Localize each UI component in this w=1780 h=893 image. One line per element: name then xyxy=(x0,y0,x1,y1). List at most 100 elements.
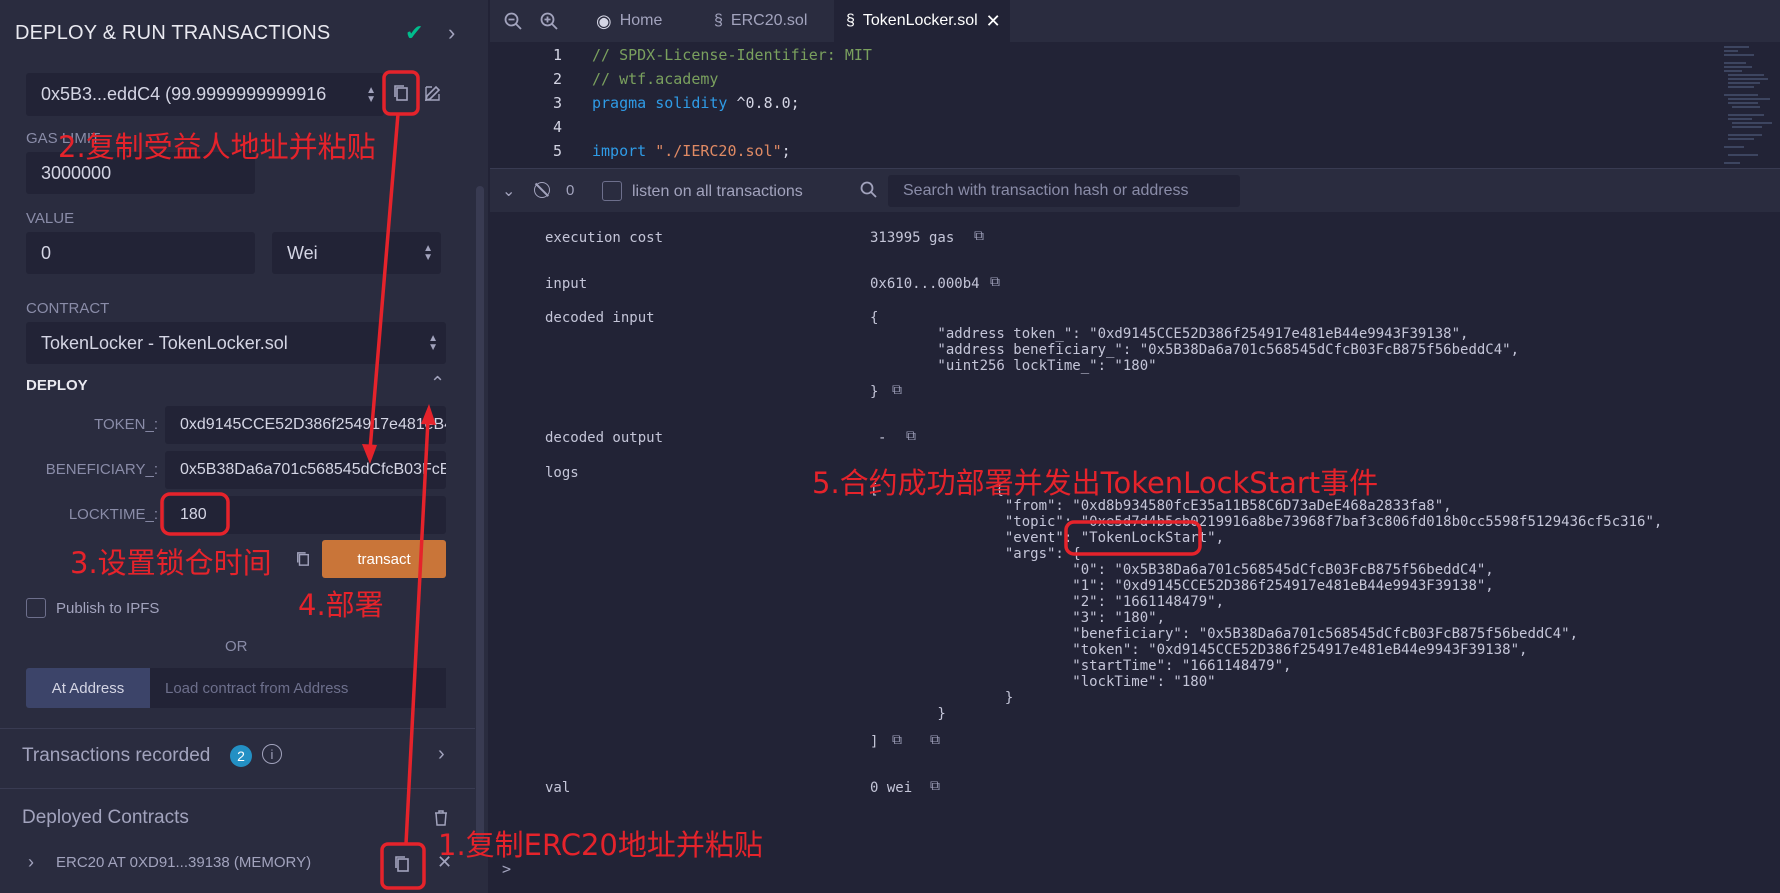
copy-icon[interactable]: ⧉ xyxy=(930,778,940,794)
check-icon: ✔ xyxy=(405,20,424,45)
value-input[interactable]: 0 xyxy=(26,232,255,274)
val-value: 0 wei xyxy=(870,780,913,796)
collapse-terminal-icon[interactable]: ⌄ xyxy=(502,181,515,201)
search-icon xyxy=(860,181,878,204)
logs-line: "topic": "0xe5d7d4b5cb0219916a8be73968f7… xyxy=(870,514,1663,530)
chevron-right-icon[interactable]: › xyxy=(28,852,34,873)
decoded-input-line: "address token_": "0xd9145CCE52D386f2549… xyxy=(870,326,1469,342)
or-label: OR xyxy=(225,638,248,655)
decoded-output-label: decoded output xyxy=(545,430,664,446)
solidity-icon: § xyxy=(846,12,855,29)
decoded-input-label: decoded input xyxy=(545,310,655,326)
account-select[interactable]: 0x5B3...eddC4 (99.9999999999916 ▲ ▼ xyxy=(26,73,384,116)
annotation-step2: 2.复制受益人地址并粘贴 xyxy=(58,130,376,164)
code-line: // SPDX-License-Identifier: MIT xyxy=(592,46,872,64)
annotation-step3: 3.设置锁仓时间 xyxy=(70,546,272,580)
zoom-in-icon[interactable] xyxy=(540,12,558,35)
select-arrows-icon: ▲ ▼ xyxy=(423,243,433,263)
logs-line: "event": "TokenLockStart", xyxy=(870,530,1225,546)
listen-checkbox[interactable] xyxy=(602,181,622,201)
line-number: 3 xyxy=(552,94,562,112)
param-input-beneficiary[interactable]: 0x5B38Da6a701c568545dCfcB03FcB875f56bedd… xyxy=(165,451,446,489)
value-unit: Wei xyxy=(287,242,318,263)
input-value: 0x610...000b4 xyxy=(870,276,980,292)
terminal-toolbar: ⌄ 0 listen on all transactions Search wi… xyxy=(490,168,1780,212)
copy-account-icon[interactable] xyxy=(390,80,412,106)
copy-calldata-icon[interactable] xyxy=(293,548,313,570)
decoded-input-line: { xyxy=(870,310,879,326)
tab-label: ERC20.sol xyxy=(730,12,808,29)
logs-line: "startTime": "1661148479", xyxy=(870,658,1292,674)
contract-label: CONTRACT xyxy=(26,300,110,317)
copy-icon[interactable]: ⧉ xyxy=(990,274,1000,290)
annotation-step4: 4.部署 xyxy=(298,588,384,622)
value-unit-select[interactable]: Wei ▲ ▼ xyxy=(272,232,441,274)
code-editor[interactable]: 1 // SPDX-License-Identifier: MIT 2 // w… xyxy=(490,42,1780,168)
copy-icon[interactable]: ⧉ xyxy=(974,228,984,244)
clear-console-icon[interactable] xyxy=(534,182,550,198)
chevron-right-icon[interactable]: › xyxy=(438,743,445,766)
copy-icon[interactable]: ⧉ xyxy=(892,732,902,748)
line-number: 4 xyxy=(552,118,562,136)
logs-line: } xyxy=(870,690,1014,706)
copy-contract-address-icon[interactable] xyxy=(391,852,413,876)
chevron-right-icon[interactable]: › xyxy=(448,20,455,46)
logs-line: } xyxy=(870,706,946,722)
deploy-label: DEPLOY xyxy=(26,377,88,394)
at-address-button[interactable]: At Address xyxy=(26,668,150,708)
line-number: 5 xyxy=(552,142,562,160)
input-label: input xyxy=(545,276,588,292)
logs-label: logs xyxy=(545,465,579,481)
zoom-out-icon[interactable] xyxy=(504,12,522,35)
code-line: pragma solidity ^0.8.0; xyxy=(592,94,800,112)
execution-cost-value: 313995 gas xyxy=(870,230,955,246)
tab-label: Home xyxy=(619,12,663,29)
divider xyxy=(0,728,475,729)
close-tab-icon[interactable]: ✕ xyxy=(986,11,1001,32)
panel-scrollbar[interactable] xyxy=(476,186,484,841)
logs-line: "3": "180", xyxy=(870,610,1166,626)
listen-label: listen on all transactions xyxy=(632,183,803,200)
deployed-contracts-label: Deployed Contracts xyxy=(22,807,189,828)
param-input-locktime[interactable]: 180 xyxy=(165,496,446,534)
copy-icon[interactable]: ⧉ xyxy=(930,732,940,748)
logs-line: "beneficiary": "0x5B38Da6a701c568545dCfc… xyxy=(870,626,1579,642)
logs-line: "0": "0x5B38Da6a701c568545dCfcB03FcB875f… xyxy=(870,562,1494,578)
transactions-recorded-label[interactable]: Transactions recorded xyxy=(22,745,210,767)
deployed-contract-item[interactable]: ERC20 AT 0XD91...39138 (MEMORY) xyxy=(56,854,311,871)
transaction-search-input[interactable]: Search with transaction hash or address xyxy=(888,175,1240,207)
publish-ipfs-checkbox[interactable] xyxy=(26,598,46,618)
execution-cost-label: execution cost xyxy=(545,230,664,246)
panel-title: DEPLOY & RUN TRANSACTIONS xyxy=(15,22,331,44)
logs-line: "args": { xyxy=(870,546,1081,562)
param-input-token[interactable]: 0xd9145CCE52D386f254917e481eB44e9943F391… xyxy=(165,406,446,444)
terminal-output: execution cost 313995 gas ⧉ input 0x610.… xyxy=(490,212,1780,893)
edit-icon[interactable] xyxy=(422,80,444,106)
logs-line: ] xyxy=(870,734,879,750)
editor-tabs: ◉ Home § ERC20.sol § TokenLocker.sol ✕ xyxy=(490,0,1780,42)
copy-icon[interactable]: ⧉ xyxy=(892,382,902,398)
contract-select[interactable]: TokenLocker - TokenLocker.sol ▲ ▼ xyxy=(26,322,446,364)
at-address-input[interactable]: Load contract from Address xyxy=(150,668,446,708)
tab-erc20[interactable]: § ERC20.sol xyxy=(702,0,832,42)
transact-button[interactable]: transact xyxy=(322,540,446,578)
annotation-step1: 1.复制ERC20地址并粘贴 xyxy=(438,828,763,862)
select-arrows-icon: ▲ ▼ xyxy=(428,333,438,353)
editor-minimap[interactable] xyxy=(1714,42,1780,168)
code-line: // wtf.academy xyxy=(592,70,719,88)
copy-icon[interactable]: ⧉ xyxy=(906,428,916,444)
decoded-input-line: "uint256 lockTime_": "180" xyxy=(870,358,1157,374)
pending-count: 0 xyxy=(566,182,575,199)
line-number: 1 xyxy=(552,46,562,64)
logs-line: "token": "0xd9145CCE52D386f254917e481eB4… xyxy=(870,642,1528,658)
logs-line: "2": "1661148479", xyxy=(870,594,1225,610)
tab-home[interactable]: ◉ Home xyxy=(584,0,694,42)
annotation-step5: 5.合约成功部署并发出TokenLockStart事件 xyxy=(812,466,1379,500)
chevron-up-icon[interactable]: ⌃ xyxy=(430,373,445,394)
tab-tokenlocker[interactable]: § TokenLocker.sol ✕ xyxy=(834,0,1010,42)
line-number: 2 xyxy=(552,70,562,88)
param-label-locktime: LOCKTIME_: xyxy=(68,506,158,523)
info-icon[interactable]: i xyxy=(262,744,282,764)
transactions-count-badge: 2 xyxy=(230,745,252,767)
value-label: VALUE xyxy=(26,210,75,227)
